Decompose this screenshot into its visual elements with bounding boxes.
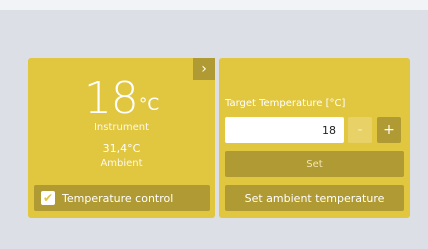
ambient-label: Ambient <box>100 158 143 169</box>
set-ambient-temperature-button[interactable]: Set ambient temperature <box>225 185 404 211</box>
target-panel: Target Temperature [°C] - + Set Set ambi… <box>219 58 410 218</box>
instrument-panel: › 18°C Instrument 31,4°C Ambient ✔ Tempe… <box>28 58 215 218</box>
instrument-temperature-unit: °C <box>138 95 160 115</box>
target-temperature-label: Target Temperature [°C] <box>225 98 346 109</box>
top-bar <box>0 0 428 10</box>
instrument-label: Instrument <box>93 122 150 133</box>
instrument-temperature-display: 18°C <box>28 74 215 124</box>
temperature-control-label: Temperature control <box>62 191 174 205</box>
set-button[interactable]: Set <box>225 151 404 177</box>
increment-button[interactable]: + <box>377 117 401 143</box>
ambient-temperature-value: 31,4°C <box>102 142 141 155</box>
checkmark-icon[interactable]: ✔ <box>41 191 55 205</box>
decrement-button[interactable]: - <box>348 117 372 143</box>
instrument-temperature-value: 18 <box>83 73 139 124</box>
target-temperature-input[interactable] <box>225 117 344 143</box>
temperature-control-toggle[interactable]: ✔ Temperature control <box>34 185 210 211</box>
